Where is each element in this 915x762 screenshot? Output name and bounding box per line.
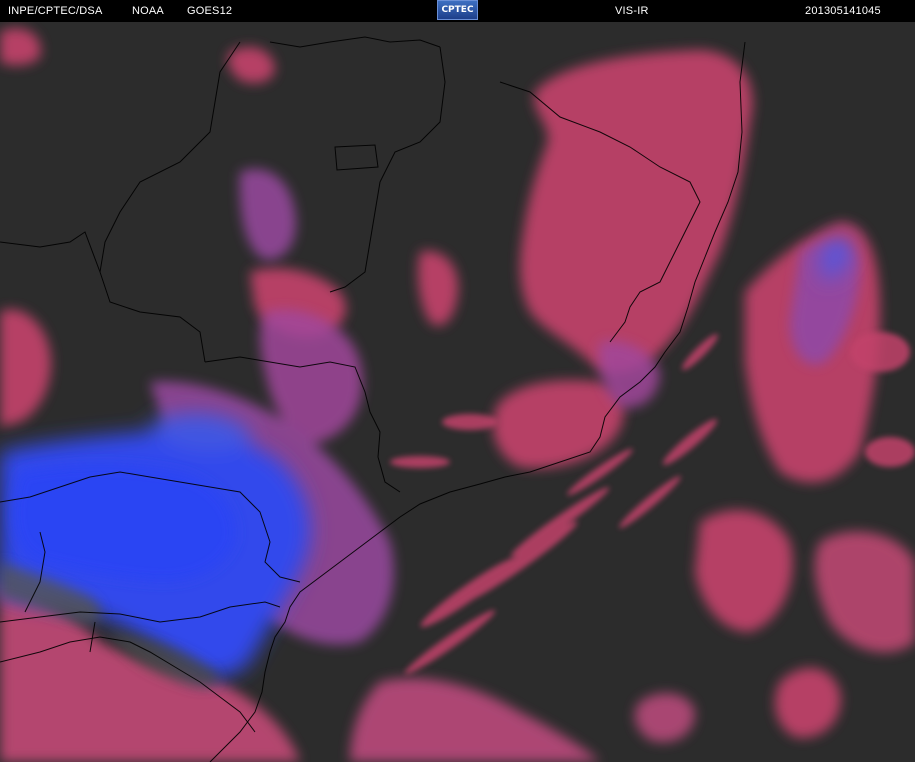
image-header-bar: INPE/CPTEC/DSA NOAA GOES12 CPTEC VIS-IR … bbox=[0, 0, 915, 22]
satellite-label: GOES12 bbox=[187, 5, 233, 17]
product-label: VIS-IR bbox=[615, 5, 649, 17]
agency-label: INPE/CPTEC/DSA bbox=[8, 5, 103, 17]
satellite-map bbox=[0, 22, 915, 762]
timestamp-label: 201305141045 bbox=[805, 5, 881, 17]
logo-text: CPTEC bbox=[441, 5, 474, 15]
cptec-logo: CPTEC bbox=[437, 0, 478, 20]
satellite-image-viewer: INPE/CPTEC/DSA NOAA GOES12 CPTEC VIS-IR … bbox=[0, 0, 915, 762]
source-label: NOAA bbox=[132, 5, 164, 17]
